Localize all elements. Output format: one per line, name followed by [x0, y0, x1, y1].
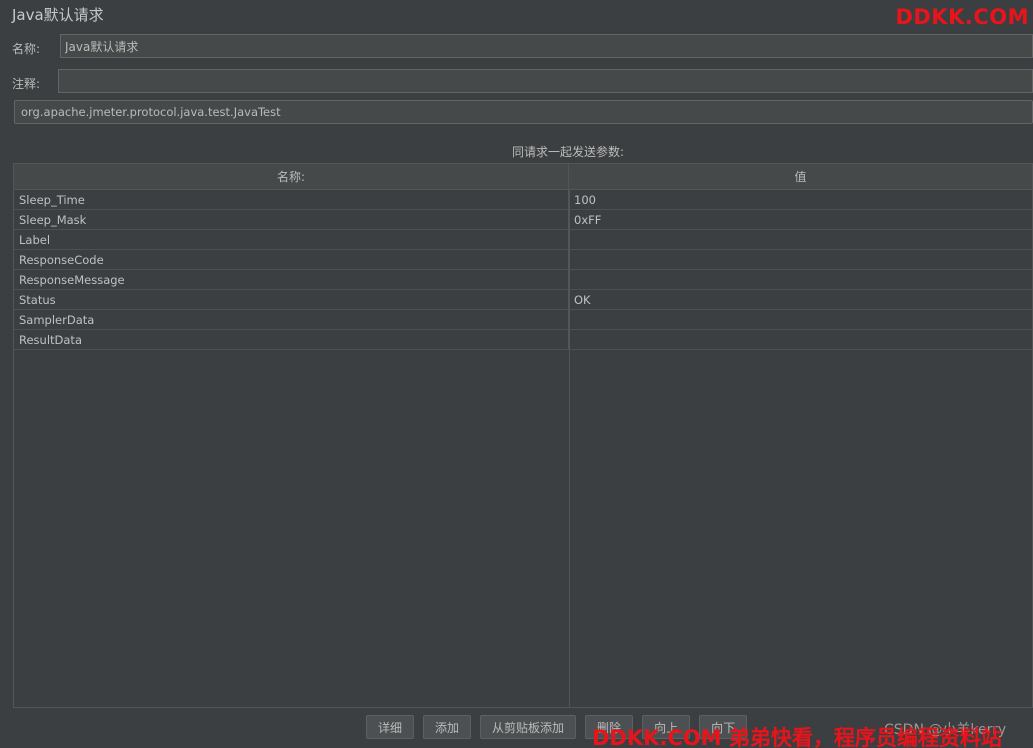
detail-button[interactable]: 详细	[366, 715, 415, 739]
param-name-cell[interactable]: Label	[14, 230, 569, 249]
table-row[interactable]: SamplerData	[14, 310, 1032, 330]
table-row[interactable]: Label	[14, 230, 1032, 250]
add-from-clipboard-button[interactable]: 从剪贴板添加	[480, 715, 577, 739]
param-name-cell[interactable]: ResultData	[14, 330, 569, 349]
param-name-cell[interactable]: ResponseMessage	[14, 270, 569, 289]
param-value-cell[interactable]	[569, 330, 1032, 349]
params-caption: 同请求一起发送参数:	[511, 145, 625, 159]
column-header-value[interactable]: 值	[569, 164, 1032, 189]
table-row[interactable]: Status OK	[14, 290, 1032, 310]
param-value-cell[interactable]	[569, 230, 1032, 249]
page-title: Java默认请求	[12, 6, 104, 24]
table-body: Sleep_Time 100 Sleep_Mask 0xFF Label Res…	[14, 190, 1032, 350]
table-row[interactable]: Sleep_Time 100	[14, 190, 1032, 210]
comment-label: 注释:	[12, 77, 41, 91]
param-value-cell[interactable]: 0xFF	[569, 210, 1032, 229]
add-button[interactable]: 添加	[423, 715, 472, 739]
column-divider	[569, 190, 570, 707]
java-request-panel: Java默认请求 名称: 注释: org.apache.jmeter.proto…	[0, 0, 1033, 748]
watermark-top: DDKK.COM	[895, 5, 1029, 29]
comment-input[interactable]	[58, 69, 1033, 93]
param-name-cell[interactable]: Sleep_Time	[14, 190, 569, 209]
param-value-cell[interactable]	[569, 270, 1032, 289]
param-name-cell[interactable]: ResponseCode	[14, 250, 569, 269]
param-value-cell[interactable]: OK	[569, 290, 1032, 309]
param-name-cell[interactable]: Sleep_Mask	[14, 210, 569, 229]
params-table[interactable]: 名称: 值 Sleep_Time 100 Sleep_Mask 0xFF Lab…	[13, 163, 1033, 708]
name-label: 名称:	[12, 42, 41, 56]
table-row[interactable]: ResponseCode	[14, 250, 1032, 270]
classname-select[interactable]: org.apache.jmeter.protocol.java.test.Jav…	[14, 100, 1033, 124]
watermark-bottom: DDKK.COM 弟弟快看，程序员编程资料站	[592, 726, 1002, 748]
column-header-name[interactable]: 名称:	[14, 164, 569, 189]
param-name-cell[interactable]: Status	[14, 290, 569, 309]
param-value-cell[interactable]	[569, 310, 1032, 329]
param-value-cell[interactable]: 100	[569, 190, 1032, 209]
table-row[interactable]: Sleep_Mask 0xFF	[14, 210, 1032, 230]
table-row[interactable]: ResponseMessage	[14, 270, 1032, 290]
param-value-cell[interactable]	[569, 250, 1032, 269]
param-name-cell[interactable]: SamplerData	[14, 310, 569, 329]
table-row[interactable]: ResultData	[14, 330, 1032, 350]
table-header: 名称: 值	[14, 164, 1032, 190]
name-input[interactable]	[60, 34, 1033, 58]
